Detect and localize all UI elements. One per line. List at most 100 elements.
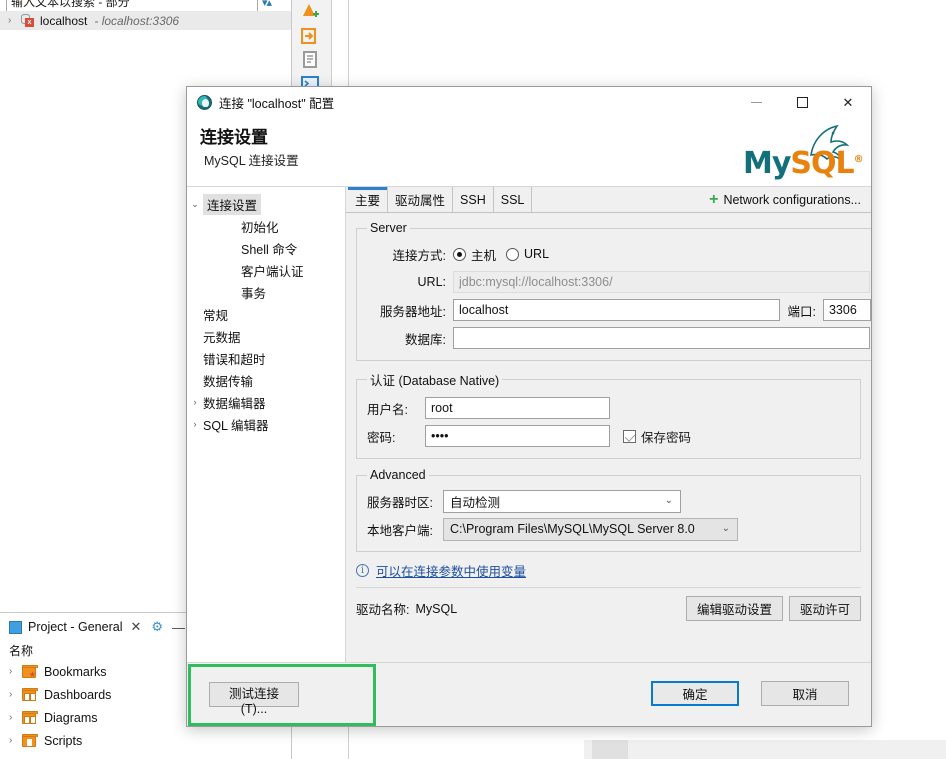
sidebar-item-shell-commands[interactable]: Shell 命令 — [187, 237, 345, 259]
cancel-button[interactable]: 取消 — [761, 681, 849, 706]
database-input[interactable] — [453, 327, 870, 349]
host-input[interactable] — [453, 299, 780, 321]
radio-host[interactable]: 主机 — [453, 245, 506, 264]
driver-row: 驱动名称: MySQL 编辑驱动设置 驱动许可 — [356, 596, 861, 621]
minimize-icon[interactable]: — — [172, 620, 185, 635]
list-item-label: Diagrams — [44, 711, 98, 725]
sidebar-item-data-editor[interactable]: › 数据编辑器 — [187, 391, 345, 413]
radio-host-label: 主机 — [471, 245, 496, 264]
sidebar-item-sql-editor[interactable]: › SQL 编辑器 — [187, 413, 345, 435]
chevron-right-icon[interactable]: › — [187, 419, 203, 429]
network-configurations-button[interactable]: + Network configurations... — [703, 189, 867, 211]
screen: 输入文本以搜索 - 部分 ▾▴ › x localhost - localhos… — [0, 0, 946, 759]
database-label: 数据库: — [367, 329, 453, 348]
connection-settings-dialog: 连接 "localhost" 配置 ✕ 连接设置 MySQL 连接设置 MySQ… — [186, 86, 872, 727]
tab-label: SSL — [501, 193, 525, 207]
server-group-legend: Server — [367, 221, 410, 235]
tab-label: SSH — [460, 193, 486, 207]
datagrip-icon — [197, 95, 212, 110]
window-controls: ✕ — [733, 87, 871, 118]
scrollbar[interactable] — [592, 740, 628, 759]
chevron-right-icon[interactable]: › — [9, 689, 21, 700]
sidebar-item-label: 连接设置 — [203, 194, 261, 215]
search-input-text: 输入文本以搜索 - 部分 — [11, 0, 130, 10]
radio-url[interactable]: URL — [506, 247, 559, 261]
search-nav-icons[interactable]: ▾▴ — [262, 0, 271, 9]
chevron-right-icon[interactable]: › — [9, 712, 21, 723]
port-input[interactable] — [823, 299, 871, 321]
save-password-label: 保存密码 — [641, 427, 691, 446]
sidebar-item-label: SQL 编辑器 — [203, 415, 269, 434]
list-item-label: Dashboards — [44, 688, 111, 702]
sidebar-item-init[interactable]: 初始化 — [187, 215, 345, 237]
sidebar-item-client-auth[interactable]: 客户端认证 — [187, 259, 345, 281]
sidebar-item-general[interactable]: 常规 — [187, 303, 345, 325]
host-row: 服务器地址: 端口: — [367, 297, 871, 323]
driver-name-value: MySQL — [415, 602, 457, 616]
bookmarks-folder-icon — [21, 665, 38, 679]
timezone-select[interactable]: 自动检测 ⌄ — [443, 490, 681, 513]
save-password-checkbox-box — [623, 430, 636, 443]
server-group: Server 连接方式: 主机 URL — [356, 221, 871, 361]
auth-group: 认证 (Database Native) 用户名: 密码: 保存密码 — [356, 370, 861, 459]
advanced-group-legend: Advanced — [367, 468, 429, 482]
username-row: 用户名: — [367, 395, 850, 421]
chevron-right-icon[interactable]: › — [9, 666, 21, 677]
sidebar-item-label: 客户端认证 — [241, 261, 304, 280]
dialog-body: ⌄ 连接设置 初始化 Shell 命令 客户端认证 事务 常规 — [187, 187, 871, 662]
chevron-right-icon[interactable]: › — [187, 397, 203, 407]
project-panel-title: Project - General — [28, 620, 122, 634]
tab-ssh[interactable]: SSH — [453, 187, 494, 212]
sidebar-item-label: 元数据 — [203, 327, 241, 346]
close-button[interactable]: ✕ — [825, 87, 871, 118]
chevron-down-icon[interactable]: ⌄ — [187, 199, 203, 210]
chevron-right-icon[interactable]: › — [8, 15, 20, 26]
plus-icon: + — [709, 191, 718, 209]
save-password-checkbox[interactable]: 保存密码 — [623, 427, 691, 446]
variables-help-link[interactable]: 可以在连接参数中使用变量 — [376, 561, 526, 580]
password-input[interactable] — [425, 425, 610, 447]
edit-driver-settings-button[interactable]: 编辑驱动设置 — [686, 596, 783, 621]
driver-license-button[interactable]: 驱动许可 — [789, 596, 861, 621]
sidebar-item-label: Shell 命令 — [241, 239, 297, 258]
list-item[interactable]: › Scripts — [0, 729, 292, 752]
test-connection-button[interactable]: 测试连接(T)... — [209, 682, 299, 707]
console-doc-icon[interactable] — [300, 50, 320, 70]
timezone-value: 自动检测 — [450, 492, 500, 511]
sidebar-item-data-transfer[interactable]: 数据传输 — [187, 369, 345, 391]
tab-label: 驱动属性 — [395, 190, 445, 209]
ok-button[interactable]: 确定 — [651, 681, 739, 706]
close-icon[interactable]: ✕ — [130, 619, 141, 635]
settings-sidebar: ⌄ 连接设置 初始化 Shell 命令 客户端认证 事务 常规 — [187, 187, 346, 662]
gear-icon[interactable]: ⚙ — [151, 619, 163, 635]
sidebar-item-metadata[interactable]: 元数据 — [187, 325, 345, 347]
dialog-footer: 测试连接(T)... 确定 取消 — [187, 662, 871, 726]
mysql-logo: MySQL® — [741, 121, 859, 183]
timezone-row: 服务器时区: 自动检测 ⌄ — [367, 488, 850, 514]
maximize-button[interactable] — [779, 87, 825, 118]
database-row: 数据库: — [367, 325, 871, 351]
import-data-icon[interactable] — [300, 26, 320, 46]
sidebar-item-connection-settings[interactable]: ⌄ 连接设置 — [187, 193, 345, 215]
database-icon: x — [20, 14, 36, 28]
ide-toolbar — [292, 0, 332, 90]
new-file-icon[interactable] — [300, 2, 320, 22]
sidebar-item-label: 初始化 — [241, 217, 279, 236]
username-input[interactable] — [425, 397, 610, 419]
password-row: 密码: 保存密码 — [367, 423, 850, 449]
sidebar-item-transactions[interactable]: 事务 — [187, 281, 345, 303]
url-input[interactable] — [453, 271, 870, 293]
tab-driver-properties[interactable]: 驱动属性 — [388, 187, 453, 212]
settings-panel: 主要 驱动属性 SSH SSL + Network configurations… — [346, 187, 871, 662]
dashboards-folder-icon — [21, 688, 38, 702]
connection-type-label: 连接方式: — [367, 245, 453, 264]
local-client-select[interactable]: C:\Program Files\MySQL\MySQL Server 8.0 … — [443, 518, 738, 541]
sidebar-item-errors-timeouts[interactable]: 错误和超时 — [187, 347, 345, 369]
chevron-right-icon[interactable]: › — [9, 735, 21, 746]
username-label: 用户名: — [367, 399, 425, 418]
minimize-button[interactable] — [733, 87, 779, 118]
db-tree-row-localhost[interactable]: › x localhost - localhost:3306 — [0, 11, 291, 30]
local-client-row: 本地客户端: C:\Program Files\MySQL\MySQL Serv… — [367, 516, 850, 542]
tab-ssl[interactable]: SSL — [494, 187, 533, 212]
tab-main[interactable]: 主要 — [348, 187, 388, 212]
